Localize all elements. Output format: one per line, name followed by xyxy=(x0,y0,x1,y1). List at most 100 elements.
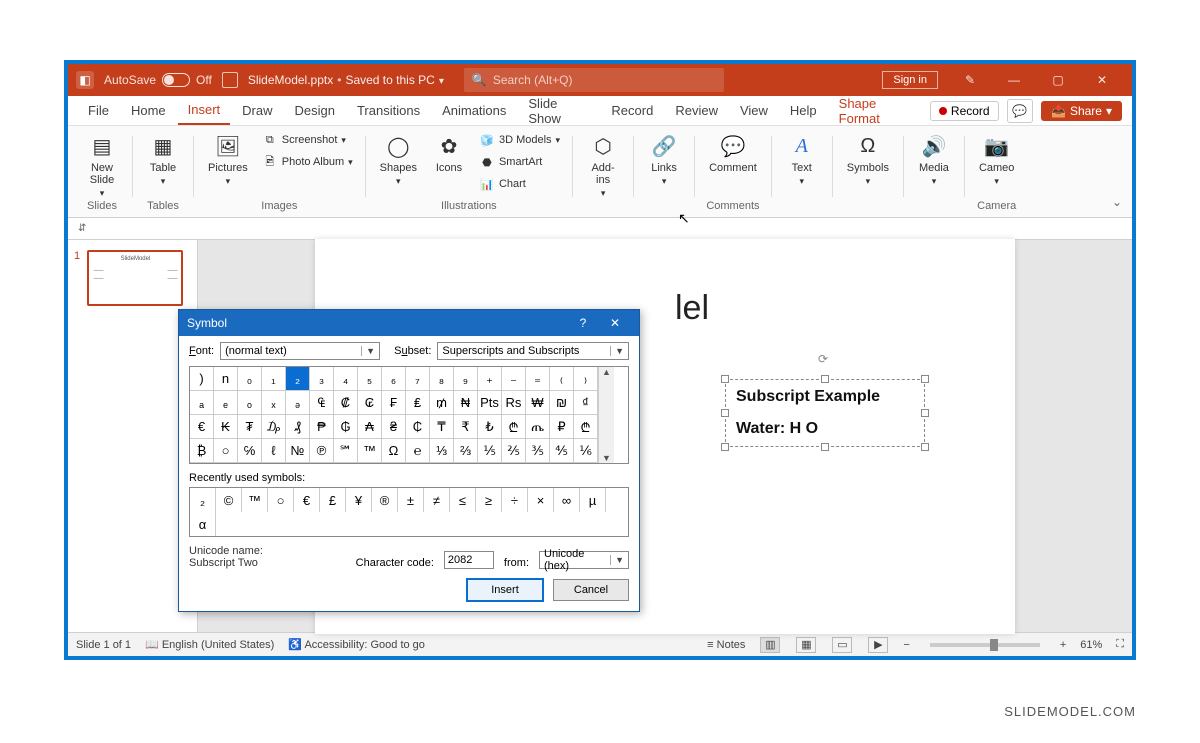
saved-status[interactable]: Saved to this PC xyxy=(345,73,443,87)
symbol-cell[interactable]: ₌ xyxy=(526,367,550,391)
share-button[interactable]: 📤Share▾ xyxy=(1041,101,1122,121)
symbol-cell[interactable]: ™ xyxy=(358,439,382,463)
symbol-cell[interactable]: ₦ xyxy=(454,391,478,415)
new-slide-button[interactable]: ▤New Slide▾ xyxy=(80,130,124,201)
tab-insert[interactable]: Insert xyxy=(178,96,231,125)
table-button[interactable]: ▦Table▾ xyxy=(141,130,185,189)
comments-pane-button[interactable]: 💬 xyxy=(1007,99,1033,123)
symbol-cell[interactable]: ₾ xyxy=(574,415,598,439)
recent-symbol-cell[interactable]: ≤ xyxy=(450,488,476,512)
slide-counter[interactable]: Slide 1 of 1 xyxy=(76,639,131,651)
minimize-button[interactable]: — xyxy=(992,64,1036,96)
comment-button[interactable]: 💬Comment xyxy=(703,130,763,176)
symbol-cell[interactable]: ⅕ xyxy=(478,439,502,463)
symbol-cell[interactable]: № xyxy=(286,439,310,463)
symbol-cell[interactable]: ₸ xyxy=(430,415,454,439)
symbol-cell[interactable]: ) xyxy=(190,367,214,391)
slide-thumbnail[interactable]: SlideModel ———— ———— xyxy=(87,250,183,306)
symbol-cell[interactable]: ℮ xyxy=(406,439,430,463)
record-button[interactable]: Record xyxy=(930,101,999,121)
fit-to-window-button[interactable]: ⛶ xyxy=(1116,638,1124,651)
char-code-input[interactable] xyxy=(444,551,494,569)
symbol-cell[interactable]: ℠ xyxy=(334,439,358,463)
symbol-cell[interactable]: ₔ xyxy=(286,391,310,415)
recent-symbol-cell[interactable]: £ xyxy=(320,488,346,512)
from-combo[interactable]: Unicode (hex)▼ xyxy=(539,551,629,569)
symbol-cell[interactable]: ₅ xyxy=(358,367,382,391)
smartart-button[interactable]: ⬣SmartArt xyxy=(475,152,564,172)
icons-button[interactable]: ✿Icons xyxy=(427,130,471,176)
symbol-cell[interactable]: ₁ xyxy=(262,367,286,391)
text-button[interactable]: AText▾ xyxy=(780,130,824,189)
tab-design[interactable]: Design xyxy=(285,97,345,124)
save-icon[interactable] xyxy=(222,72,238,88)
accessibility-indicator[interactable]: ♿ Accessibility: Good to go xyxy=(288,638,425,651)
symbol-cell[interactable]: ₠ xyxy=(310,391,334,415)
symbol-cell[interactable]: ₑ xyxy=(214,391,238,415)
symbol-grid[interactable]: )n₀₁₂₃₄₅₆₇₈₉₊₋₌₍₎ₐₑₒₓₔ₠₡₢₣₤₥₦PtsRs₩₪₫€₭₮… xyxy=(190,367,598,463)
normal-view-button[interactable]: ▥ xyxy=(760,637,780,653)
symbol-cell[interactable]: ⅓ xyxy=(430,439,454,463)
symbol-cell[interactable]: ₎ xyxy=(574,367,598,391)
tab-draw[interactable]: Draw xyxy=(232,97,282,124)
symbol-scrollbar[interactable]: ▲▼ xyxy=(598,367,614,463)
symbol-cell[interactable]: ○ xyxy=(214,439,238,463)
font-combo[interactable]: (normal text)▼ xyxy=(220,342,380,360)
symbol-cell[interactable]: ⅗ xyxy=(526,439,550,463)
resize-handle[interactable] xyxy=(721,375,729,383)
symbols-button[interactable]: ΩSymbols▾ xyxy=(841,130,895,189)
symbol-cell[interactable]: ⅖ xyxy=(502,439,526,463)
resize-handle[interactable] xyxy=(721,443,729,451)
zoom-in-button[interactable]: + xyxy=(1060,639,1066,651)
symbol-cell[interactable]: ₺ xyxy=(478,415,502,439)
sign-in-button[interactable]: Sign in xyxy=(882,71,938,89)
recent-symbol-cell[interactable]: ₂ xyxy=(190,488,216,512)
tab-help[interactable]: Help xyxy=(780,97,827,124)
insert-button[interactable]: Insert xyxy=(467,579,543,601)
tab-review[interactable]: Review xyxy=(665,97,728,124)
symbol-cell[interactable]: ₒ xyxy=(238,391,262,415)
symbol-cell[interactable]: Rs xyxy=(502,391,526,415)
recent-symbol-cell[interactable]: ÷ xyxy=(502,488,528,512)
zoom-out-button[interactable]: − xyxy=(903,639,909,651)
sorter-view-button[interactable]: ▦ xyxy=(796,637,816,653)
recent-symbols-grid[interactable]: ₂©™○€£¥®±≠≤≥÷×∞µα xyxy=(189,487,629,537)
symbol-cell[interactable]: ₆ xyxy=(382,367,406,391)
symbol-cell[interactable]: ₂ xyxy=(286,367,310,391)
symbol-cell[interactable]: ⅙ xyxy=(574,439,598,463)
zoom-slider[interactable] xyxy=(930,643,1040,647)
resize-handle[interactable] xyxy=(921,443,929,451)
subset-combo[interactable]: Superscripts and Subscripts▼ xyxy=(437,342,629,360)
symbol-cell[interactable]: ₴ xyxy=(382,415,406,439)
pictures-button[interactable]: 🖼Pictures▾ xyxy=(202,130,254,189)
resize-handle[interactable] xyxy=(821,443,829,451)
cancel-button[interactable]: Cancel xyxy=(553,579,629,601)
notes-button[interactable]: ≡ Notes xyxy=(707,639,745,651)
symbol-cell[interactable]: ⅘ xyxy=(550,439,574,463)
collapse-ribbon-button[interactable]: ⌄ xyxy=(1112,195,1122,209)
recent-symbol-cell[interactable]: × xyxy=(528,488,554,512)
symbol-cell[interactable]: ₹ xyxy=(454,415,478,439)
reading-view-button[interactable]: ▭ xyxy=(832,637,852,653)
symbol-cell[interactable]: ₍ xyxy=(550,367,574,391)
3d-models-button[interactable]: 🧊3D Models ▾ xyxy=(475,130,564,150)
symbol-cell[interactable]: ₀ xyxy=(238,367,262,391)
dialog-titlebar[interactable]: Symbol ? ✕ xyxy=(179,310,639,336)
search-box[interactable]: 🔍 Search (Alt+Q) xyxy=(464,68,724,92)
symbol-cell[interactable]: Ω xyxy=(382,439,406,463)
symbol-cell[interactable]: ₢ xyxy=(358,391,382,415)
maximize-button[interactable]: ▢ xyxy=(1036,64,1080,96)
tab-record[interactable]: Record xyxy=(601,97,663,124)
addins-button[interactable]: ⬡Add- ins▾ xyxy=(581,130,625,201)
symbol-cell[interactable]: ₮ xyxy=(238,415,262,439)
symbol-cell[interactable]: ₄ xyxy=(334,367,358,391)
symbol-cell[interactable]: ₣ xyxy=(382,391,406,415)
zoom-level[interactable]: 61% xyxy=(1080,639,1102,651)
symbol-cell[interactable]: ጤ xyxy=(526,415,550,439)
language-indicator[interactable]: 📖 English (United States) xyxy=(145,638,274,651)
symbol-cell[interactable]: ₵ xyxy=(406,415,430,439)
recent-symbol-cell[interactable]: α xyxy=(190,512,216,536)
recent-symbol-cell[interactable]: ∞ xyxy=(554,488,580,512)
screenshot-button[interactable]: ⧉Screenshot ▾ xyxy=(258,130,357,150)
symbol-cell[interactable]: ₰ xyxy=(286,415,310,439)
